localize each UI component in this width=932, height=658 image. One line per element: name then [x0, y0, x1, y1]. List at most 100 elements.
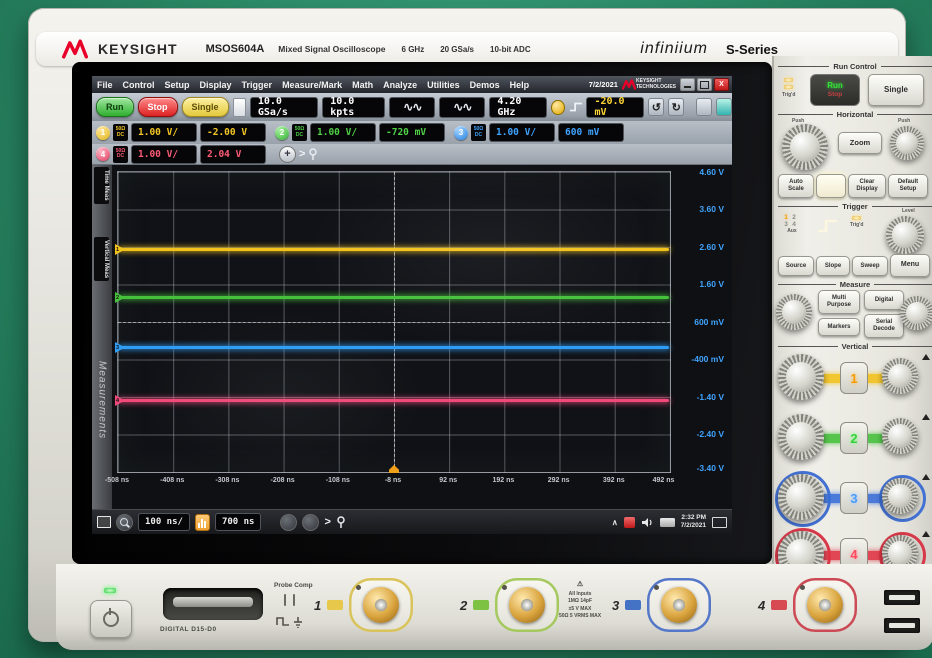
horizontal-delay-readout[interactable]: 700 ns [215, 513, 262, 531]
run-button[interactable]: Run [96, 97, 134, 117]
ch1-offset-knob[interactable] [882, 358, 918, 394]
probe-comp-terminals[interactable] [284, 594, 295, 606]
trigger-time-marker[interactable] [389, 465, 399, 473]
monitor-icon[interactable] [712, 517, 727, 528]
channel-2-offset[interactable]: -720 mV [379, 123, 445, 142]
trace-channel-3[interactable] [119, 346, 669, 349]
channel-3-scale[interactable]: 1.00 V/ [489, 123, 555, 142]
ch1-button[interactable]: 1 [840, 362, 868, 394]
graticule[interactable]: 1 2 3 4 [117, 171, 671, 473]
measurements-panel-tab[interactable]: Measurements [93, 315, 111, 485]
channel-2-icon[interactable]: 2 [275, 126, 289, 140]
horizontal-scale-readout[interactable]: 100 ns/ [138, 513, 190, 531]
ch2-button[interactable]: 2 [840, 422, 868, 454]
ch3-bnc-connector[interactable] [647, 578, 711, 632]
keyboard-toggle-icon[interactable] [696, 98, 712, 116]
trigger-menu-button[interactable]: Menu [890, 254, 930, 277]
trigger-slope-button[interactable]: Slope [816, 256, 850, 276]
channel-1-coupling-badge[interactable]: 50ΩDC [113, 124, 128, 141]
channel-4-coupling-badge[interactable]: 50ΩDC [113, 146, 128, 163]
channel-4-icon[interactable]: 4 [96, 147, 110, 161]
trace-channel-4[interactable] [119, 399, 669, 402]
channel-1-icon[interactable]: 1 [96, 126, 110, 140]
menu-analyze[interactable]: Analyze [378, 80, 422, 90]
channel-3-input[interactable]: 3 [612, 578, 711, 632]
ground-marker-ch1[interactable]: 1 [115, 244, 125, 255]
channel-4-scale[interactable]: 1.00 V/ [131, 145, 197, 164]
tab-time-meas[interactable]: Time Meas [94, 167, 109, 204]
bandwidth-readout[interactable]: 4.20 GHz [489, 97, 547, 118]
channel-1-offset[interactable]: -2.00 V [200, 123, 266, 142]
ground-marker-ch2[interactable]: 2 [115, 292, 125, 303]
channel-4-input[interactable]: 4 [758, 578, 857, 632]
trace-channel-2[interactable] [119, 296, 669, 299]
marker-pan-knob[interactable] [900, 296, 932, 330]
auto-scale-button[interactable]: Auto Scale [778, 174, 814, 198]
ch1-bnc-connector[interactable] [349, 578, 413, 632]
ch2-offset-knob[interactable] [882, 418, 918, 454]
menu-help[interactable]: Help [505, 80, 535, 90]
ch3-scale-knob[interactable] [778, 474, 824, 520]
ch3-button[interactable]: 3 [840, 482, 868, 514]
speaker-icon[interactable] [641, 517, 654, 528]
digital-button[interactable]: Digital [864, 290, 904, 310]
redo-icon[interactable]: ↻ [668, 98, 684, 116]
default-setup-button[interactable]: Default Setup [888, 174, 928, 198]
ch1-scale-knob[interactable] [778, 354, 824, 400]
horizontal-delay-knob[interactable] [890, 126, 924, 160]
undo-icon[interactable]: ↺ [648, 98, 664, 116]
tab-vertical-meas[interactable]: Vertical Meas [94, 237, 109, 281]
multi-purpose-button[interactable]: Multi Purpose [818, 290, 860, 314]
touch-button[interactable] [816, 174, 846, 198]
tray-expand-icon[interactable]: ∧ [612, 518, 618, 527]
channel-1-scale[interactable]: 1.00 V/ [131, 123, 197, 142]
menu-utilities[interactable]: Utilities [422, 80, 465, 90]
channel-4-offset[interactable]: 2.04 V [200, 145, 266, 164]
trigger-level-readout[interactable]: -20.0 mV [586, 97, 644, 118]
ground-marker-ch4[interactable]: 4 [115, 395, 125, 406]
trigger-edge-icon[interactable] [569, 100, 583, 114]
menu-trigger[interactable]: Trigger [237, 80, 278, 90]
waveform-style-icon[interactable]: ∿∿ [439, 97, 485, 118]
ground-marker-ch3[interactable]: 3 [115, 342, 125, 353]
expand-chevron-icon[interactable]: > [324, 516, 330, 528]
channel-2-coupling-badge[interactable]: 50ΩDC [292, 124, 307, 141]
close-button[interactable]: X [714, 78, 729, 91]
channel-3-coupling-badge[interactable]: 50ΩDC [471, 124, 486, 141]
channel-1-input[interactable]: 1 [314, 578, 413, 632]
tray-app-icon[interactable] [624, 517, 635, 528]
histogram-icon[interactable] [195, 514, 210, 531]
maximize-button[interactable] [697, 78, 712, 91]
ch3-offset-knob[interactable] [882, 478, 918, 514]
status-icon-2[interactable] [302, 514, 319, 531]
add-waveform-button[interactable]: + [279, 146, 296, 163]
channel-2-scale[interactable]: 1.00 V/ [310, 123, 376, 142]
waveform-style-icon[interactable]: ∿∿ [389, 97, 435, 118]
channel-2-input[interactable]: 2 [460, 578, 559, 632]
horizontal-scale-knob[interactable] [782, 124, 828, 170]
trigger-source-icon[interactable] [551, 100, 564, 115]
menu-control[interactable]: Control [118, 80, 160, 90]
window-icon[interactable] [97, 516, 111, 528]
zoom-search-icon[interactable] [116, 514, 133, 531]
serial-decode-button[interactable]: Serial Decode [864, 314, 904, 338]
zoom-button[interactable]: Zoom [838, 132, 882, 154]
status-icon-1[interactable] [280, 514, 297, 531]
digital-pod-connector[interactable] [163, 588, 263, 620]
menu-measure-mark[interactable]: Measure/Mark [277, 80, 347, 90]
menu-math[interactable]: Math [347, 80, 378, 90]
run-stop-button[interactable]: Run Stop [810, 74, 860, 106]
channel-3-icon[interactable]: 3 [454, 126, 468, 140]
keyboard-icon[interactable] [660, 518, 675, 527]
menu-setup[interactable]: Setup [160, 80, 195, 90]
ch4-bnc-connector[interactable] [793, 578, 857, 632]
single-button[interactable]: Single [182, 97, 229, 117]
trigger-source-button[interactable]: Source [778, 256, 814, 276]
pin-icon[interactable] [308, 148, 318, 161]
single-button-panel[interactable]: Single [868, 74, 924, 106]
memory-depth-readout[interactable]: 10.0 kpts [322, 97, 385, 118]
trigger-level-knob[interactable] [886, 216, 924, 254]
trigger-sweep-button[interactable]: Sweep [852, 256, 888, 276]
usb-port-1[interactable] [884, 590, 920, 605]
channel-3-offset[interactable]: 600 mV [558, 123, 624, 142]
